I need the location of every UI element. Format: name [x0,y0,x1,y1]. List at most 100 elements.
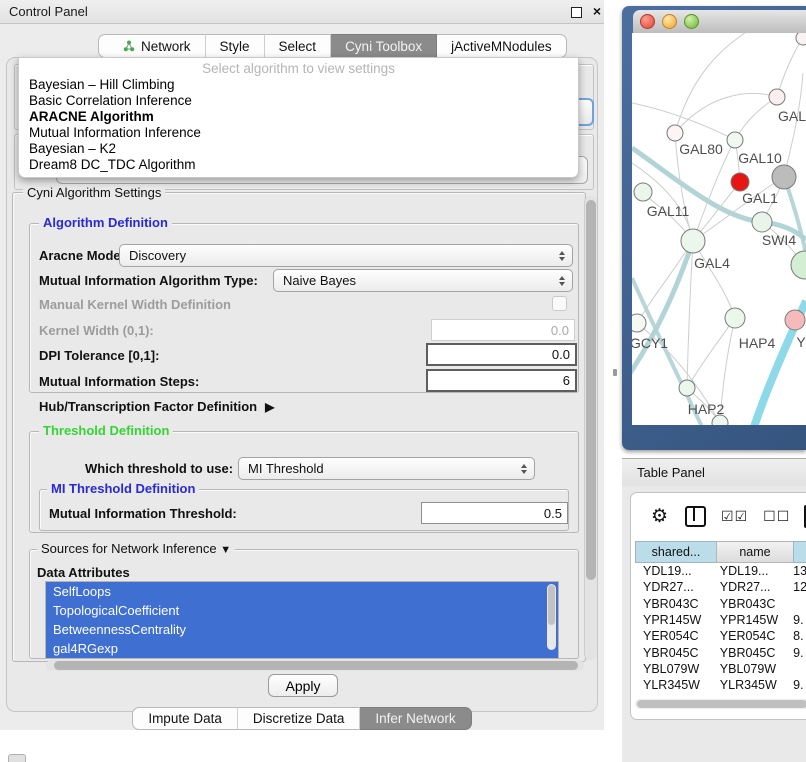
kernel-width-field[interactable]: 0.0 [431,319,575,341]
tab-select[interactable]: Select [265,34,332,58]
manual-kernel-checkbox[interactable] [552,296,567,311]
network-node-gal1[interactable] [731,173,749,191]
close-icon[interactable]: × [593,2,601,20]
data-attributes-list[interactable]: SelfLoopsTopologicalCoefficientBetweenne… [45,581,559,659]
tabstrip-left-cap [98,34,109,58]
table-row[interactable]: YLR345WYLR345W9. [635,677,806,693]
algorithm-option[interactable]: Bayesian – Hill Climbing [19,77,578,93]
network-edge[interactable] [687,241,693,388]
table-row[interactable]: YDL19...YDL19...13 [635,563,806,579]
tab-label: Select [279,39,317,54]
network-edge[interactable] [784,177,806,263]
network-window-titlebar[interactable] [633,10,806,34]
network-view-window[interactable]: GALGAL80GAL10GAL1GAL11SWI4GAL4HAP4YGCY1H… [622,6,806,450]
table-row[interactable]: YDR27...YDR27...12 [635,579,806,595]
tab-jactivemnodules[interactable]: jActiveMNodules [437,34,567,58]
attribute-item[interactable]: gal4RGexp [46,639,558,658]
algorithm-option[interactable]: Basic Correlation Inference [19,93,578,109]
table-cell: YPR145W [635,613,712,627]
attribute-item[interactable]: BetweennessCentrality [46,620,558,639]
panel-splitter-handle[interactable] [613,369,617,376]
mi-type-select[interactable]: Naive Bayes [273,269,573,292]
settings-vertical-scrollbar[interactable] [584,196,597,660]
tab-label: Cyni Toolbox [345,39,422,54]
network-node-gal4[interactable] [681,229,705,253]
threshold-definition-title: Threshold Definition [39,424,173,438]
float-window-icon[interactable] [571,7,582,18]
bottom-tab-infer-network[interactable]: Infer Network [360,707,471,730]
table-panel-titlebar[interactable]: Table Panel [622,458,806,487]
dpi-tolerance-field[interactable]: 0.0 [426,343,577,366]
network-node-gal11[interactable] [634,183,652,201]
split-columns-icon[interactable] [685,506,706,527]
algorithm-option[interactable]: ARACNE Algorithm [19,109,578,125]
settings-horizontal-scrollbar[interactable] [46,660,584,671]
table-cell: YBR045C [712,646,785,660]
network-edge[interactable] [675,33,752,133]
network-edge[interactable] [693,241,735,318]
network-canvas[interactable]: GALGAL80GAL10GAL1GAL11SWI4GAL4HAP4YGCY1H… [632,33,806,425]
table-row[interactable]: YBR043CYBR043C [635,596,806,612]
network-node-swi4[interactable] [752,212,772,232]
expander-arrow-icon: ▶ [265,400,274,414]
settings-gear-icon[interactable]: ⚙ [651,505,668,528]
network-node-gal80[interactable] [667,125,683,141]
application-root: Control Panel × NetworkStyle Select Cyni T… [0,0,806,762]
bottom-tab-impute-data[interactable]: Impute Data [132,707,238,730]
sources-title-text: Sources for Network Inference [41,541,217,556]
sources-group-title[interactable]: Sources for Network Inference ▼ [37,542,235,557]
minimize-traffic-light-icon[interactable] [662,14,677,29]
aracne-mode-select[interactable]: Discovery [119,244,573,267]
close-traffic-light-icon[interactable] [640,14,655,29]
table-horizontal-scrollbar[interactable] [635,699,806,709]
bottom-tab-discretize-data[interactable]: Discretize Data [238,707,361,730]
algorithm-option[interactable]: Bayesian – K2 [19,141,578,157]
table-row[interactable]: YER054CYER054C8. [635,628,806,644]
table-row[interactable]: YBL079WYBL079W [635,661,806,677]
network-edge[interactable] [735,97,777,140]
algorithm-option[interactable]: Mutual Information Inference [19,125,578,141]
network-edge[interactable] [777,38,803,97]
network-node-y[interactable] [785,310,805,330]
hub-definition-expander[interactable]: Hub/Transcription Factor Definition▶ [39,399,274,414]
zoom-traffic-light-icon[interactable] [684,14,699,29]
network-node[interactable] [772,165,796,189]
network-node-gal10[interactable] [727,132,743,148]
tab-style[interactable]: Style [206,34,265,58]
table-row[interactable]: YBR045CYBR045C9. [635,644,806,660]
network-node-gcy1[interactable] [632,314,646,332]
apply-button[interactable]: Apply [268,674,338,697]
mi-threshold-field[interactable]: 0.5 [421,502,568,524]
attribute-item[interactable]: SelfLoops [46,582,558,601]
network-node-hap2[interactable] [679,380,695,396]
algorithm-option[interactable]: Dream8 DC_TDC Algorithm [19,157,578,173]
attribute-item[interactable]: TopologicalCoefficient [46,601,558,620]
node-label: SWI4 [762,232,796,248]
network-node-gal[interactable] [769,89,785,105]
network-node[interactable] [796,33,806,45]
combo-arrows-icon [554,251,570,261]
collapsed-panel-stub[interactable] [8,754,26,762]
network-edge[interactable] [675,93,777,133]
mi-steps-field[interactable]: 6 [426,369,577,392]
checked-columns-icon[interactable]: ☑☑ [721,508,748,525]
network-node-hap4[interactable] [725,308,745,328]
table-row[interactable]: YIL052CYIL052C9. [635,693,806,697]
table-cell: YDR27... [712,580,785,594]
tab-cyni-toolbox[interactable]: Cyni Toolbox [331,34,437,58]
which-threshold-select[interactable]: MI Threshold [238,457,535,480]
network-node[interactable] [791,251,806,279]
which-threshold-value: MI Threshold [239,461,516,476]
table-row[interactable]: YPR145WYPR145W9. [635,612,806,628]
unchecked-columns-icon[interactable]: ☐☐ [763,508,790,525]
kernel-width-label: Kernel Width (0,1): [39,323,154,338]
aracne-mode-label: Aracne Mode: [39,248,125,263]
control-panel-titlebar[interactable]: Control Panel × [0,0,604,24]
network-edge[interactable] [632,241,693,373]
network-edge[interactable] [784,73,803,177]
list-scrollbar[interactable] [547,584,556,650]
tab-network[interactable]: Network [109,34,206,58]
column-header-shared-[interactable]: shared... [635,541,716,563]
column-header-a[interactable]: A [793,541,806,563]
column-header-name[interactable]: name [716,541,793,563]
